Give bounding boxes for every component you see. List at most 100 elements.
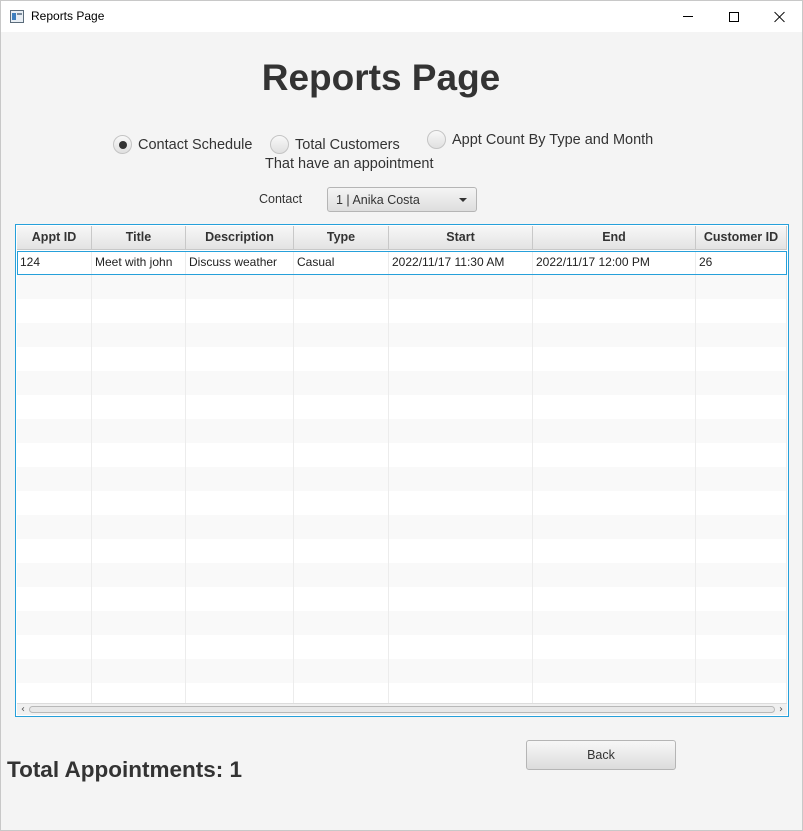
table-cell-appt-id [17,395,92,419]
table-body[interactable]: 124 Meet with john Discuss weather Casual 20… [17,251,787,707]
table-row[interactable] [17,539,787,563]
table-cell-end [533,275,696,299]
table-cell-start [389,371,533,395]
scroll-right-icon[interactable]: › [775,704,787,715]
table-cell-description [186,635,294,659]
radio-appt-count-label: Appt Count By Type and Month [452,131,654,148]
table-cell-appt-id [17,491,92,515]
table-row[interactable] [17,371,787,395]
table-cell-customer-id [696,443,787,467]
column-header-type[interactable]: Type [294,226,389,250]
table-cell-appt-id [17,443,92,467]
table-row[interactable] [17,635,787,659]
table-cell-title [92,347,186,371]
contact-select-value: 1 | Anika Costa [336,193,420,207]
appointments-table[interactable]: Appt ID Title Description Type Start End Custo… [15,224,789,717]
table-row[interactable] [17,659,787,683]
table-cell-appt-id [17,539,92,563]
table-cell-title [92,323,186,347]
horizontal-scrollbar[interactable]: ‹ › [17,703,787,715]
reports-window: Reports Page Reports Page Contact Schedu… [0,0,803,831]
table-cell-type [294,467,389,491]
table-cell-appt-id [17,419,92,443]
table-row[interactable] [17,443,787,467]
table-row[interactable] [17,467,787,491]
table-cell-type: Casual [294,251,389,275]
table-cell-start [389,443,533,467]
close-button[interactable] [757,1,803,32]
table-cell-title [92,395,186,419]
table-row[interactable] [17,395,787,419]
column-header-end[interactable]: End [533,226,696,250]
table-cell-description [186,443,294,467]
table-cell-customer-id [696,659,787,683]
table-row[interactable] [17,419,787,443]
table-row[interactable] [17,563,787,587]
table-cell-start [389,395,533,419]
contact-select[interactable]: 1 | Anika Costa [327,187,477,212]
column-header-description[interactable]: Description [186,226,294,250]
table-cell-appt-id [17,467,92,491]
table-cell-type [294,347,389,371]
scroll-left-icon[interactable]: ‹ [17,704,29,715]
table-cell-appt-id [17,347,92,371]
table-cell-title [92,587,186,611]
table-cell-description [186,347,294,371]
table-row[interactable] [17,491,787,515]
table-cell-end [533,371,696,395]
table-cell-appt-id [17,659,92,683]
column-header-appt-id[interactable]: Appt ID [17,226,92,250]
page-title: Reports Page [1,57,761,99]
minimize-button[interactable] [665,1,711,32]
title-bar[interactable]: Reports Page [1,1,802,32]
table-cell-description [186,371,294,395]
column-header-customer-id[interactable]: Customer ID [696,226,787,250]
table-cell-start [389,635,533,659]
table-cell-title [92,467,186,491]
table-cell-start [389,419,533,443]
table-cell-appt-id [17,515,92,539]
table-cell-end: 2022/11/17 12:00 PM [533,251,696,275]
radio-contact-schedule[interactable]: Contact Schedule [113,135,252,154]
table-row[interactable] [17,347,787,371]
table-row[interactable] [17,611,787,635]
table-row[interactable] [17,275,787,299]
back-button[interactable]: Back [526,740,676,770]
table-cell-start [389,347,533,371]
radio-total-customers[interactable]: Total Customers [270,135,400,154]
table-cell-type [294,395,389,419]
table-cell-start [389,659,533,683]
scrollbar-thumb[interactable] [29,706,775,713]
table-cell-start [389,467,533,491]
table-cell-start [389,539,533,563]
table-cell-customer-id [696,299,787,323]
table-row[interactable] [17,299,787,323]
table-row[interactable] [17,515,787,539]
table-cell-customer-id [696,539,787,563]
table-cell-title [92,419,186,443]
table-row[interactable] [17,323,787,347]
table-cell-start [389,491,533,515]
table-cell-type [294,323,389,347]
table-cell-start [389,299,533,323]
table-row[interactable] [17,587,787,611]
table-cell-end [533,611,696,635]
table-cell-description [186,299,294,323]
radio-appt-count[interactable]: Appt Count By Type and Month [427,130,653,149]
chevron-down-icon [459,198,467,202]
column-header-title[interactable]: Title [92,226,186,250]
table-cell-description [186,395,294,419]
table-cell-type [294,419,389,443]
maximize-button[interactable] [711,1,757,32]
table-cell-description [186,659,294,683]
column-header-start[interactable]: Start [389,226,533,250]
radio-contact-schedule-label: Contact Schedule [138,136,253,153]
table-cell-description [186,491,294,515]
table-row[interactable]: 124 Meet with john Discuss weather Casual 20… [17,251,787,275]
table-cell-start [389,515,533,539]
page-title-text: Reports Page [261,57,501,98]
table-cell-end [533,659,696,683]
table-cell-customer-id [696,611,787,635]
table-cell-title [92,611,186,635]
window-title: Reports Page [31,9,105,23]
